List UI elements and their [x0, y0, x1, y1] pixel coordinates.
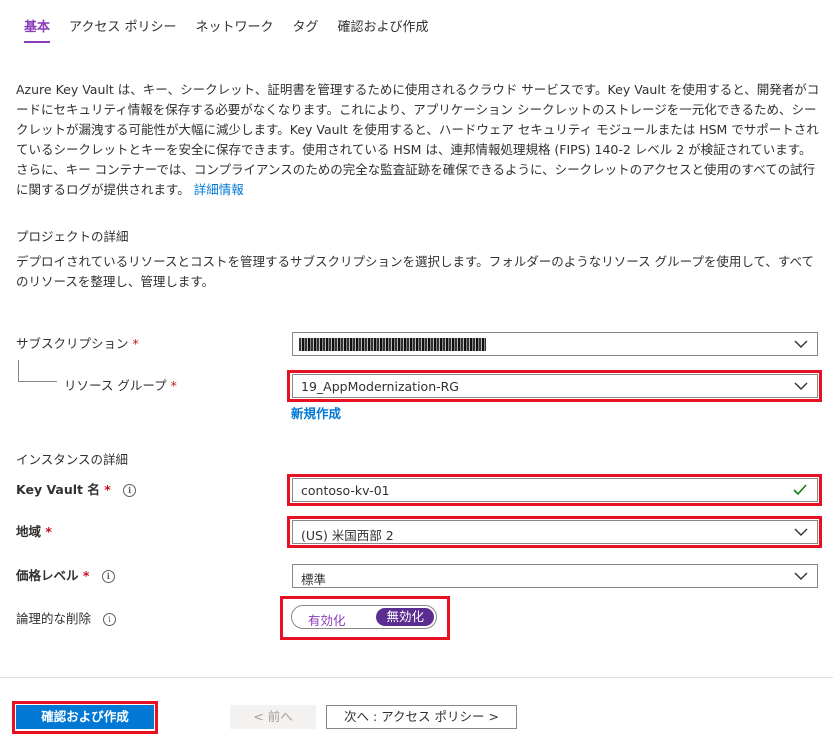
checkmark-icon — [793, 484, 807, 496]
learn-more-link[interactable]: 詳細情報 — [194, 182, 244, 197]
pricing-tier-label: 価格レベル * i — [16, 565, 115, 584]
tree-connector — [18, 360, 57, 382]
review-create-button[interactable]: 確認および作成 — [16, 705, 154, 729]
keyvault-name-value: contoso-kv-01 — [301, 483, 390, 498]
pricing-tier-value: 標準 — [301, 572, 327, 587]
required-marker: * — [104, 482, 111, 497]
resource-group-value: 19_AppModernization-RG — [301, 379, 459, 394]
soft-delete-toggle[interactable]: 有効化 無効化 — [291, 605, 437, 629]
required-marker: * — [132, 336, 139, 351]
info-icon[interactable]: i — [103, 613, 116, 626]
soft-delete-disable-option[interactable]: 無効化 — [376, 608, 434, 626]
project-details-description: デプロイされているリソースとコストを管理するサブスクリプションを選択します。フォ… — [16, 254, 814, 289]
chevron-down-icon — [794, 340, 808, 348]
tab-review-create[interactable]: 確認および作成 — [338, 16, 429, 43]
tab-access-policy[interactable]: アクセス ポリシー — [69, 16, 176, 43]
chevron-down-icon — [794, 528, 808, 536]
description-text: Azure Key Vault は、キー、シークレット、証明書を管理するために使… — [16, 82, 820, 197]
chevron-down-icon — [794, 382, 808, 390]
previous-button[interactable]: < 前へ — [230, 705, 316, 729]
keyvault-name-label: Key Vault 名 * i — [16, 479, 137, 498]
redacted-subscription-value — [299, 338, 486, 351]
required-marker: * — [170, 378, 177, 393]
resource-group-label-text: リソース グループ — [64, 378, 167, 393]
required-marker: * — [45, 524, 52, 539]
region-label-text: 地域 — [16, 524, 42, 539]
service-description: Azure Key Vault は、キー、シークレット、証明書を管理するために使… — [16, 80, 821, 200]
subscription-dropdown[interactable] — [292, 332, 818, 356]
keyvault-name-input[interactable]: contoso-kv-01 — [292, 478, 818, 502]
resource-group-dropdown[interactable]: 19_AppModernization-RG — [292, 374, 818, 398]
project-details-heading: プロジェクトの詳細 — [16, 229, 129, 244]
chevron-down-icon — [794, 572, 808, 580]
required-marker: * — [82, 568, 90, 583]
create-new-link[interactable]: 新規作成 — [291, 403, 341, 422]
soft-delete-enable-option[interactable]: 有効化 — [308, 610, 346, 629]
subscription-label-text: サブスクリプション — [16, 336, 129, 351]
soft-delete-label: 論理的な削除 i — [16, 608, 116, 627]
subscription-label: サブスクリプション * — [16, 333, 139, 352]
pricing-tier-dropdown[interactable]: 標準 — [292, 564, 818, 588]
footer-divider — [0, 677, 833, 678]
info-icon[interactable]: i — [123, 484, 137, 497]
tab-networking[interactable]: ネットワーク — [196, 16, 274, 43]
region-value: (US) 米国西部 2 — [301, 528, 394, 543]
info-icon[interactable]: i — [101, 570, 115, 583]
tab-basics[interactable]: 基本 — [24, 16, 51, 43]
instance-details-heading: インスタンスの詳細 — [16, 452, 129, 467]
tab-bar: 基本 アクセス ポリシー ネットワーク タグ 確認および作成 — [24, 16, 448, 43]
region-label: 地域 * — [16, 521, 52, 540]
soft-delete-label-text: 論理的な削除 — [16, 611, 92, 626]
keyvault-name-label-text: Key Vault 名 — [16, 482, 100, 497]
tab-tags[interactable]: タグ — [293, 16, 319, 43]
next-access-policy-button[interactable]: 次へ : アクセス ポリシー > — [326, 705, 517, 729]
pricing-tier-label-text: 価格レベル — [16, 568, 79, 583]
resource-group-label: リソース グループ * — [64, 375, 177, 394]
region-dropdown[interactable]: (US) 米国西部 2 — [292, 520, 818, 544]
